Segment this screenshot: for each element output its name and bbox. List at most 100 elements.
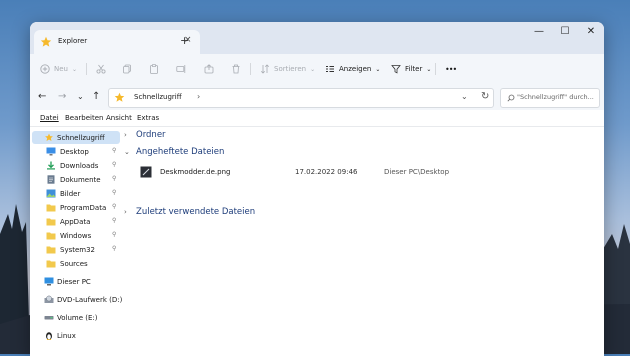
menu-bar: Datei Bearbeiten Ansicht Extras [30, 110, 604, 127]
pin-icon: ⚲ [112, 189, 117, 196]
chevron-down-icon: ⌄ [426, 65, 432, 73]
linux-penguin-icon [46, 332, 52, 340]
documents-icon [47, 175, 55, 184]
sidebar-item-programdata[interactable]: ProgramData ⚲ [32, 201, 120, 214]
folder-icon [46, 204, 56, 212]
share-icon[interactable] [204, 64, 214, 74]
address-row: ← → ⌄ ↑ Schnellzugriff › ⌄ ↻ "Schnellzug… [30, 84, 604, 110]
group-header-recent-files[interactable]: › Zuletzt verwendete Dateien [124, 205, 255, 219]
sidebar-item-label: Schnellzugriff [57, 134, 105, 142]
search-icon [507, 94, 515, 102]
sidebar-item-label: System32 [60, 246, 96, 254]
navigation-pane: Schnellzugriff Desktop ⚲ Downloads ⚲ Dok… [30, 127, 129, 356]
new-tab-button[interactable]: + [180, 34, 189, 47]
breadcrumb[interactable]: Schnellzugriff [134, 93, 182, 101]
dvd-drive-icon [44, 295, 54, 303]
image-file-icon [140, 166, 152, 178]
chevron-down-icon: ⌄ [375, 65, 381, 73]
view-label: Anzeigen [339, 65, 372, 73]
toolbar-divider [250, 63, 251, 75]
address-history-button[interactable]: ⌄ [461, 92, 468, 101]
sidebar-item-quick-access[interactable]: Schnellzugriff [32, 131, 120, 144]
file-date: 17.02.2022 09:46 [295, 168, 358, 176]
filter-button[interactable]: Filter ⌄ [391, 63, 431, 75]
tab-explorer[interactable]: Explorer × [34, 30, 200, 54]
chevron-down-icon: ⌄ [124, 148, 130, 156]
group-title: Zuletzt verwendete Dateien [136, 207, 256, 217]
sidebar-item-linux[interactable]: Linux [32, 329, 120, 342]
group-header-pinned-files[interactable]: ⌄ Angeheftete Dateien [124, 145, 224, 159]
up-button[interactable]: ↑ [92, 91, 100, 102]
pin-icon: ⚲ [112, 161, 117, 168]
rename-icon[interactable] [176, 64, 186, 74]
sidebar-item-label: Downloads [60, 162, 99, 170]
pin-icon: ⚲ [112, 245, 117, 252]
sidebar-item-windows[interactable]: Windows ⚲ [32, 229, 120, 242]
sidebar-item-dvd-drive[interactable]: DVD-Laufwerk (D:) C [32, 293, 129, 306]
sidebar-item-label: Dokumente [60, 176, 101, 184]
pin-icon: ⚲ [112, 231, 117, 238]
minimize-button[interactable]: — [530, 26, 548, 37]
group-title: Ordner [136, 130, 166, 140]
sort-button[interactable]: Sortieren ⌄ [260, 63, 315, 75]
close-button[interactable]: ✕ [582, 26, 600, 37]
pin-icon: ⚲ [112, 175, 117, 182]
folder-icon [46, 218, 56, 226]
menu-bearbeiten[interactable]: Bearbeiten [65, 114, 103, 122]
sidebar-item-documents[interactable]: Dokumente ⚲ [32, 173, 120, 186]
group-header-folders[interactable]: › Ordner [124, 128, 166, 142]
delete-icon[interactable] [231, 64, 241, 74]
filter-icon [391, 65, 401, 74]
cut-icon[interactable] [96, 64, 106, 74]
file-location: Dieser PC\Desktop [384, 168, 450, 176]
sidebar-item-label: Bilder [60, 190, 81, 198]
sidebar-item-sources[interactable]: Sources [32, 257, 120, 270]
back-button[interactable]: ← [38, 91, 46, 102]
menu-ansicht[interactable]: Ansicht [106, 114, 132, 122]
address-bar[interactable]: Schnellzugriff › ⌄ ↻ [108, 88, 494, 108]
plus-circle-icon [40, 64, 50, 74]
more-options-button[interactable]: ••• [445, 63, 457, 75]
folder-icon [46, 232, 56, 240]
pin-icon: ⚲ [112, 147, 117, 154]
view-icon [326, 66, 334, 72]
view-button[interactable]: Anzeigen ⌄ [325, 63, 380, 75]
new-button[interactable]: Neu ⌄ [40, 63, 77, 75]
copy-icon[interactable] [122, 64, 132, 74]
refresh-button[interactable]: ↻ [481, 91, 489, 102]
star-icon [45, 133, 53, 141]
list-item[interactable]: Deskmodder.de.png 17.02.2022 09:46 Diese… [138, 164, 598, 180]
explorer-window: Explorer × + — ☐ ✕ Neu ⌄ Sortieren ⌄ Anz… [30, 22, 604, 356]
menu-datei[interactable]: Datei [40, 114, 59, 122]
chevron-right-icon: › [124, 208, 127, 216]
sort-icon [261, 64, 269, 74]
sidebar-item-desktop[interactable]: Desktop ⚲ [32, 145, 120, 158]
chevron-down-icon: ⌄ [71, 65, 78, 73]
sort-label: Sortieren [274, 65, 307, 73]
maximize-button[interactable]: ☐ [556, 26, 574, 37]
recent-locations-button[interactable]: ⌄ [77, 92, 84, 101]
download-icon [47, 161, 55, 170]
sidebar-item-volume-e[interactable]: Volume (E:) [32, 311, 120, 324]
paste-icon[interactable] [149, 64, 159, 74]
new-label: Neu [54, 65, 68, 73]
pin-icon: ⚲ [112, 203, 117, 210]
title-bar: Explorer × + — ☐ ✕ [30, 22, 604, 54]
search-box[interactable]: "Schnellzugriff" durch... [500, 88, 600, 108]
toolbar-divider [435, 63, 436, 75]
command-bar: Neu ⌄ Sortieren ⌄ Anzeigen ⌄ Filter ⌄ ••… [30, 54, 604, 85]
star-icon [40, 36, 52, 47]
sidebar-item-label: Windows [60, 232, 92, 240]
forward-button[interactable]: → [58, 91, 66, 102]
pictures-icon [46, 189, 56, 198]
chevron-right-icon[interactable]: › [197, 92, 200, 101]
sidebar-item-appdata[interactable]: AppData ⚲ [32, 215, 120, 228]
sidebar-item-system32[interactable]: System32 ⚲ [32, 243, 120, 256]
sidebar-item-this-pc[interactable]: Dieser PC [32, 275, 120, 288]
menu-extras[interactable]: Extras [137, 114, 159, 122]
sidebar-item-label: Volume (E:) [57, 314, 98, 322]
sidebar-item-pictures[interactable]: Bilder ⚲ [32, 187, 120, 200]
sidebar-item-downloads[interactable]: Downloads ⚲ [32, 159, 120, 172]
computer-icon [44, 277, 54, 286]
search-placeholder: "Schnellzugriff" durch... [517, 93, 594, 101]
